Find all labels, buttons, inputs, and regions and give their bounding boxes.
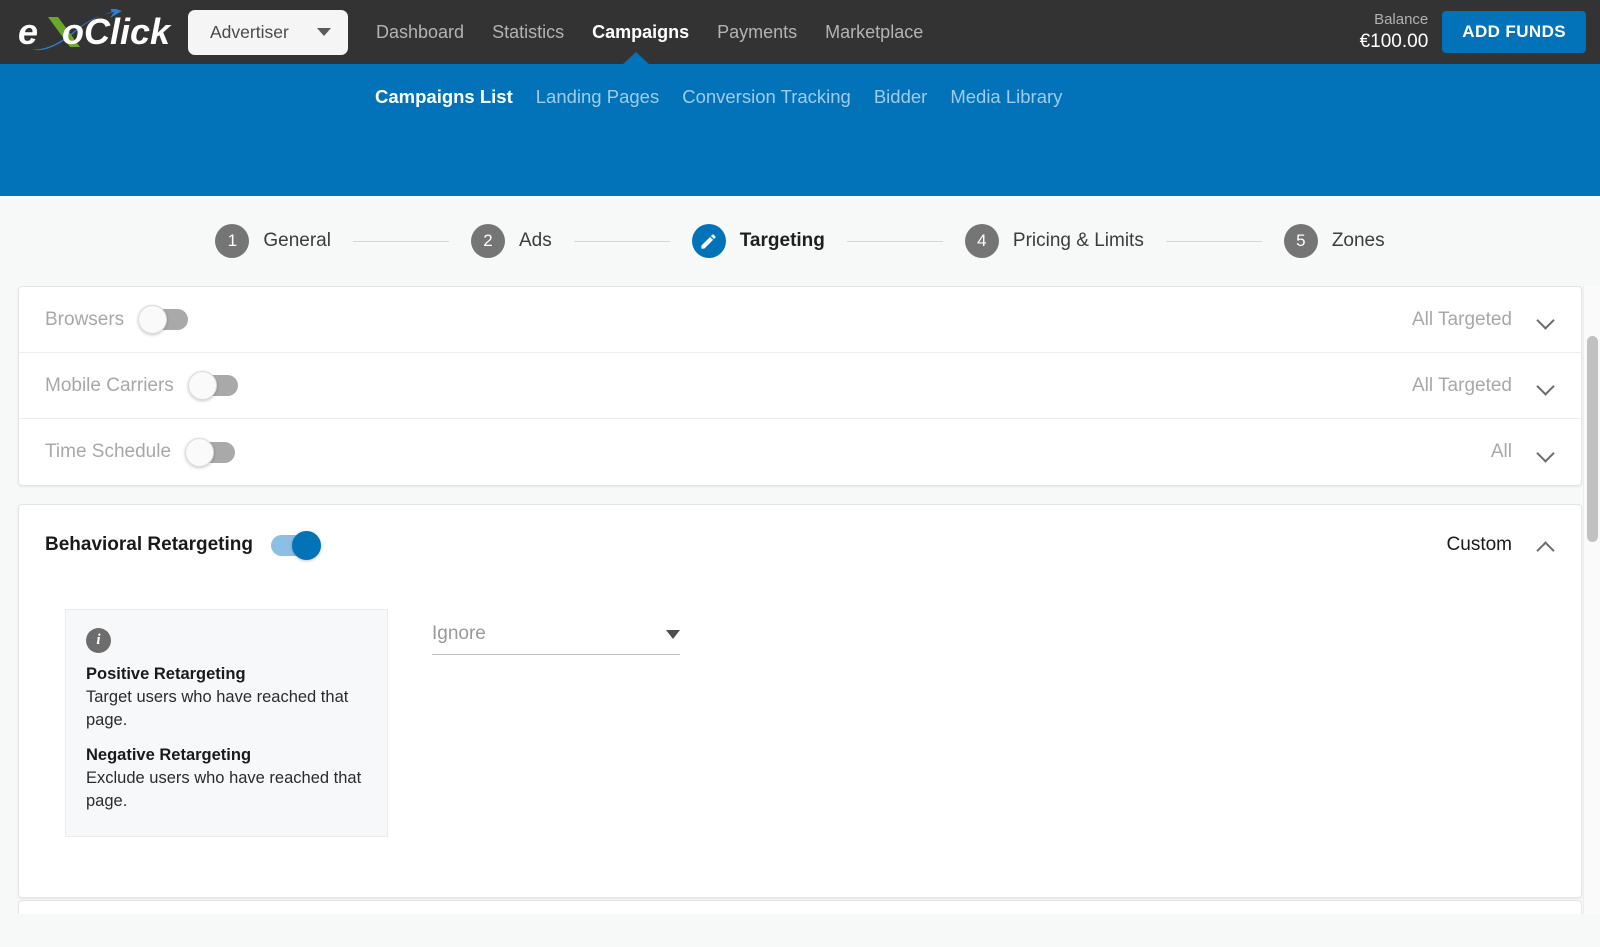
step-pricing-limits[interactable]: 4 Pricing & Limits	[964, 224, 1144, 258]
step-targeting-indicator	[691, 224, 726, 258]
retargeting-mode-placeholder: Ignore	[432, 623, 486, 644]
chevron-up-icon[interactable]	[1538, 537, 1555, 554]
nav-item-statistics[interactable]: Statistics	[492, 0, 564, 64]
sub-navigation: Campaigns List Landing Pages Conversion …	[0, 86, 1600, 108]
targeting-row-time-schedule[interactable]: Time Schedule All	[19, 419, 1581, 485]
toggle-knob	[185, 437, 215, 467]
nav-item-payments[interactable]: Payments	[717, 0, 797, 64]
behavioral-retargeting-body: i Positive Retargeting Target users who …	[19, 585, 1581, 897]
step-connector	[846, 240, 943, 242]
step-ads[interactable]: 2 Ads	[470, 224, 552, 258]
chevron-down-icon[interactable]	[1538, 444, 1555, 461]
mobile-carriers-toggle[interactable]	[187, 371, 238, 400]
main-navigation: Dashboard Statistics Campaigns Payments …	[376, 0, 923, 64]
account-type-label: Advertiser	[210, 21, 289, 42]
browsers-value: All Targeted	[1412, 308, 1512, 330]
time-schedule-toggle[interactable]	[185, 437, 236, 467]
toggle-knob	[292, 530, 321, 560]
chevron-down-icon	[666, 629, 680, 639]
step-ads-label: Ads	[518, 230, 552, 251]
subnav-item-bidder[interactable]: Bidder	[874, 86, 927, 108]
top-bar: e o Click Advertiser Dashboard Statistic…	[0, 0, 1600, 64]
add-funds-button[interactable]: ADD FUNDS	[1442, 11, 1586, 53]
step-targeting-label: Targeting	[739, 230, 825, 251]
step-general[interactable]: 1 General	[215, 224, 331, 258]
targeting-row-mobile-carriers[interactable]: Mobile Carriers All Targeted	[19, 353, 1581, 419]
behavioral-retargeting-label: Behavioral Retargeting	[45, 534, 253, 555]
page-scrollbar-thumb[interactable]	[1587, 336, 1598, 542]
step-general-label: General	[263, 230, 331, 251]
retargeting-info-box: i Positive Retargeting Target users who …	[65, 609, 388, 837]
account-type-selector[interactable]: Advertiser	[188, 9, 348, 55]
time-schedule-label: Time Schedule	[45, 441, 172, 462]
behavioral-retargeting-toggle[interactable]	[271, 530, 321, 560]
subnav-item-media-library[interactable]: Media Library	[950, 86, 1062, 108]
balance-block: Balance €100.00	[1360, 11, 1429, 54]
balance-label: Balance	[1374, 10, 1429, 28]
toggle-knob	[187, 371, 217, 400]
step-zones-label: Zones	[1331, 230, 1385, 251]
browsers-label: Browsers	[45, 308, 125, 330]
behavioral-retargeting-card: Behavioral Retargeting Custom i Positive…	[18, 504, 1582, 898]
subnav-item-campaigns-list[interactable]: Campaigns List	[375, 86, 513, 108]
browsers-toggle[interactable]	[138, 305, 189, 334]
balance-value: €100.00	[1359, 30, 1429, 52]
step-ads-number: 2	[470, 224, 505, 258]
chevron-down-icon	[317, 28, 331, 36]
nav-item-marketplace[interactable]: Marketplace	[825, 0, 923, 64]
browsers-row-right: All Targeted	[1412, 309, 1555, 331]
chevron-down-icon[interactable]	[1538, 377, 1555, 394]
step-connector	[573, 240, 670, 242]
positive-retargeting-title: Positive Retargeting	[86, 665, 246, 683]
mobile-carriers-row-right: All Targeted	[1412, 375, 1555, 397]
negative-retargeting-title: Negative Retargeting	[86, 745, 252, 764]
sub-navigation-bar: Campaigns List Landing Pages Conversion …	[0, 64, 1600, 196]
next-section-card	[18, 899, 1582, 914]
svg-text:o: o	[62, 11, 84, 52]
time-schedule-value: All	[1490, 441, 1512, 462]
step-connector	[1165, 240, 1262, 242]
targeting-options-card: Browsers All Targeted Mobile Carriers Al…	[18, 286, 1582, 486]
step-targeting[interactable]: Targeting	[691, 224, 825, 258]
step-connector	[352, 240, 449, 242]
time-schedule-row-right: All	[1491, 441, 1555, 463]
chevron-down-icon[interactable]	[1538, 311, 1555, 328]
pencil-icon	[701, 233, 716, 249]
behavioral-retargeting-header-right: Custom	[1447, 534, 1555, 556]
step-general-number: 1	[215, 224, 250, 258]
negative-retargeting-text: Exclude users who have reached that page…	[86, 768, 362, 811]
targeting-panel: Browsers All Targeted Mobile Carriers Al…	[0, 286, 1600, 914]
behavioral-retargeting-header[interactable]: Behavioral Retargeting Custom	[19, 505, 1581, 585]
step-pricing-limits-number: 4	[964, 224, 999, 258]
nav-item-dashboard[interactable]: Dashboard	[376, 0, 464, 64]
step-zones-number: 5	[1283, 224, 1318, 258]
step-zones[interactable]: 5 Zones	[1283, 224, 1385, 258]
retargeting-mode-select[interactable]: Ignore	[432, 609, 680, 655]
toggle-knob	[138, 305, 168, 334]
svg-text:e: e	[18, 11, 38, 52]
behavioral-retargeting-value: Custom	[1446, 534, 1512, 555]
subnav-item-landing-pages[interactable]: Landing Pages	[536, 86, 659, 108]
mobile-carriers-value: All Targeted	[1412, 374, 1512, 396]
page-scrollbar[interactable]	[1583, 286, 1600, 914]
active-nav-pointer	[623, 52, 649, 64]
targeting-row-browsers[interactable]: Browsers All Targeted	[19, 287, 1581, 353]
exoclick-logo[interactable]: e o Click	[18, 9, 176, 55]
step-pricing-limits-label: Pricing & Limits	[1012, 230, 1144, 251]
mobile-carriers-label: Mobile Carriers	[45, 374, 174, 396]
svg-text:Click: Click	[84, 11, 172, 52]
subnav-item-conversion-tracking[interactable]: Conversion Tracking	[682, 86, 851, 108]
campaign-wizard-stepper: 1 General 2 Ads Targeting 4 Pricing & Li…	[0, 196, 1600, 286]
info-icon: i	[86, 628, 111, 653]
positive-retargeting-text: Target users who have reached that page.	[86, 688, 349, 730]
balance-area: Balance €100.00 ADD FUNDS	[1360, 11, 1586, 54]
